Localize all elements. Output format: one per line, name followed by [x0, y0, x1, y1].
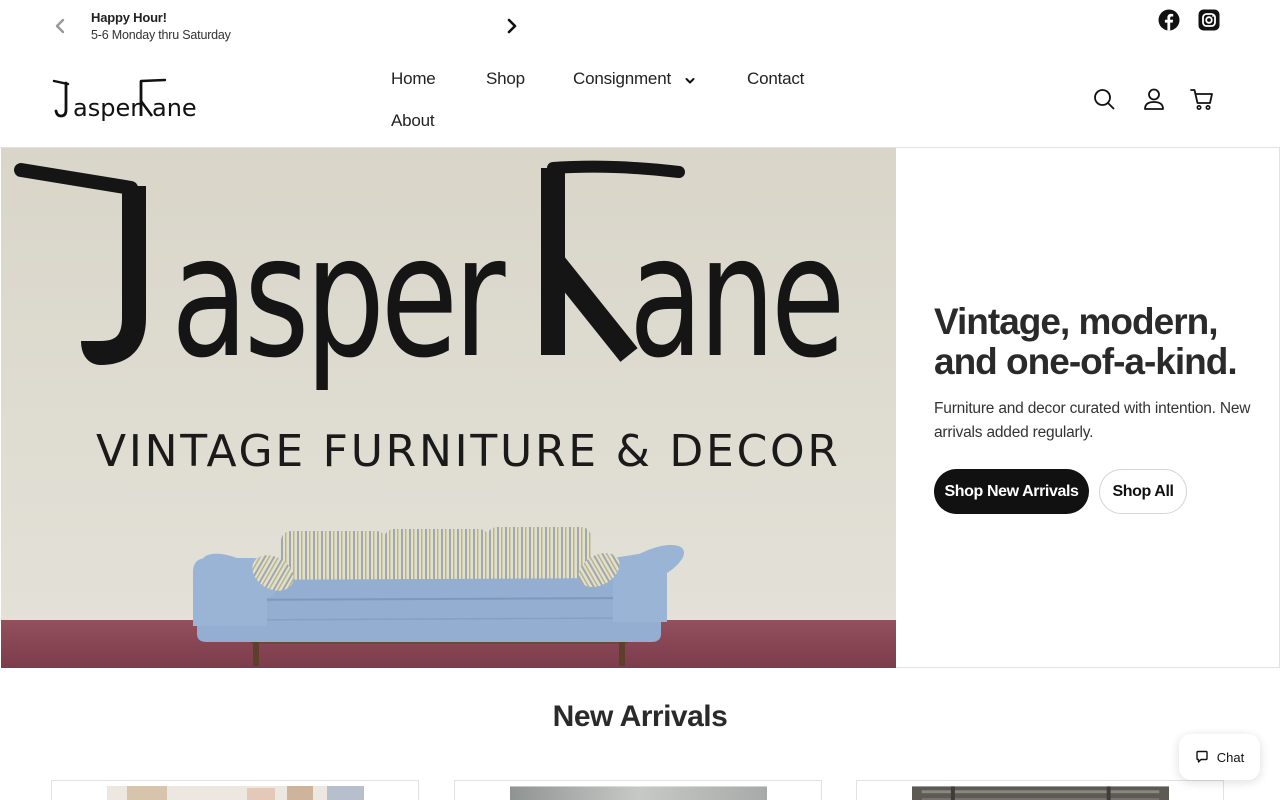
- announcement-text: Happy Hour! 5-6 Monday thru Saturday: [91, 10, 231, 42]
- announcement-title: Happy Hour!: [91, 10, 167, 25]
- hero-panel: Vintage, modern, and one-of-a-kind. Furn…: [896, 148, 1280, 668]
- hero-heading: Vintage, modern, and one-of-a-kind.: [934, 301, 1238, 382]
- nav-shop[interactable]: Shop: [486, 69, 525, 89]
- chat-label: Chat: [1216, 749, 1245, 765]
- svg-text:ane: ane: [152, 94, 197, 122]
- shop-new-arrivals-button[interactable]: Shop New Arrivals: [934, 469, 1089, 514]
- product-card[interactable]: [856, 780, 1224, 800]
- product-image: [912, 786, 1169, 800]
- site-logo[interactable]: asper ane: [52, 76, 202, 124]
- jasper-kane-logo: asper ane: [52, 78, 197, 122]
- svg-text:asper: asper: [171, 199, 506, 395]
- hero-illustration: asper ane VINTAGE FURNITURE & DECOR: [1, 148, 896, 668]
- announcement-prev-button[interactable]: [50, 14, 70, 38]
- product-card[interactable]: [454, 780, 822, 800]
- new-arrivals-title: New Arrivals: [552, 700, 728, 733]
- instagram-link[interactable]: [1198, 9, 1220, 31]
- chevron-left-icon: [55, 18, 65, 34]
- nav-home[interactable]: Home: [391, 69, 436, 89]
- instagram-icon: [1198, 9, 1220, 31]
- nav-consignment-label: Consignment: [573, 69, 671, 88]
- nav-consignment[interactable]: Consignment: [573, 69, 695, 90]
- account-button[interactable]: [1141, 86, 1167, 112]
- announcement-subtitle: 5-6 Monday thru Saturday: [91, 28, 231, 42]
- product-card[interactable]: [51, 780, 419, 800]
- chevron-down-icon: [685, 70, 695, 90]
- product-image: [510, 786, 767, 800]
- nav-contact[interactable]: Contact: [747, 69, 804, 89]
- chevron-right-icon: [507, 18, 517, 34]
- shop-all-button[interactable]: Shop All: [1099, 469, 1187, 514]
- hero-image: asper ane VINTAGE FURNITURE & DECOR: [1, 148, 896, 668]
- cart-icon: [1190, 89, 1213, 110]
- svg-text:ane: ane: [629, 199, 841, 395]
- nav-about[interactable]: About: [391, 111, 435, 131]
- facebook-icon: [1158, 9, 1180, 31]
- cart-button[interactable]: [1189, 86, 1215, 112]
- search-button[interactable]: [1091, 86, 1117, 112]
- chat-button[interactable]: Chat: [1179, 734, 1260, 780]
- chat-bubble-icon: [1196, 750, 1208, 763]
- announcement-bar: Happy Hour! 5-6 Monday thru Saturday: [0, 0, 1280, 52]
- hero-image-tagline: VINTAGE FURNITURE & DECOR: [96, 426, 842, 477]
- announcement-next-button[interactable]: [502, 14, 522, 38]
- product-image: [107, 786, 364, 800]
- hero-text: Furniture and decor curated with intenti…: [934, 400, 1251, 441]
- search-icon: [1094, 89, 1115, 110]
- svg-text:asper: asper: [73, 94, 140, 122]
- facebook-link[interactable]: [1158, 9, 1180, 31]
- account-icon: [1144, 88, 1164, 110]
